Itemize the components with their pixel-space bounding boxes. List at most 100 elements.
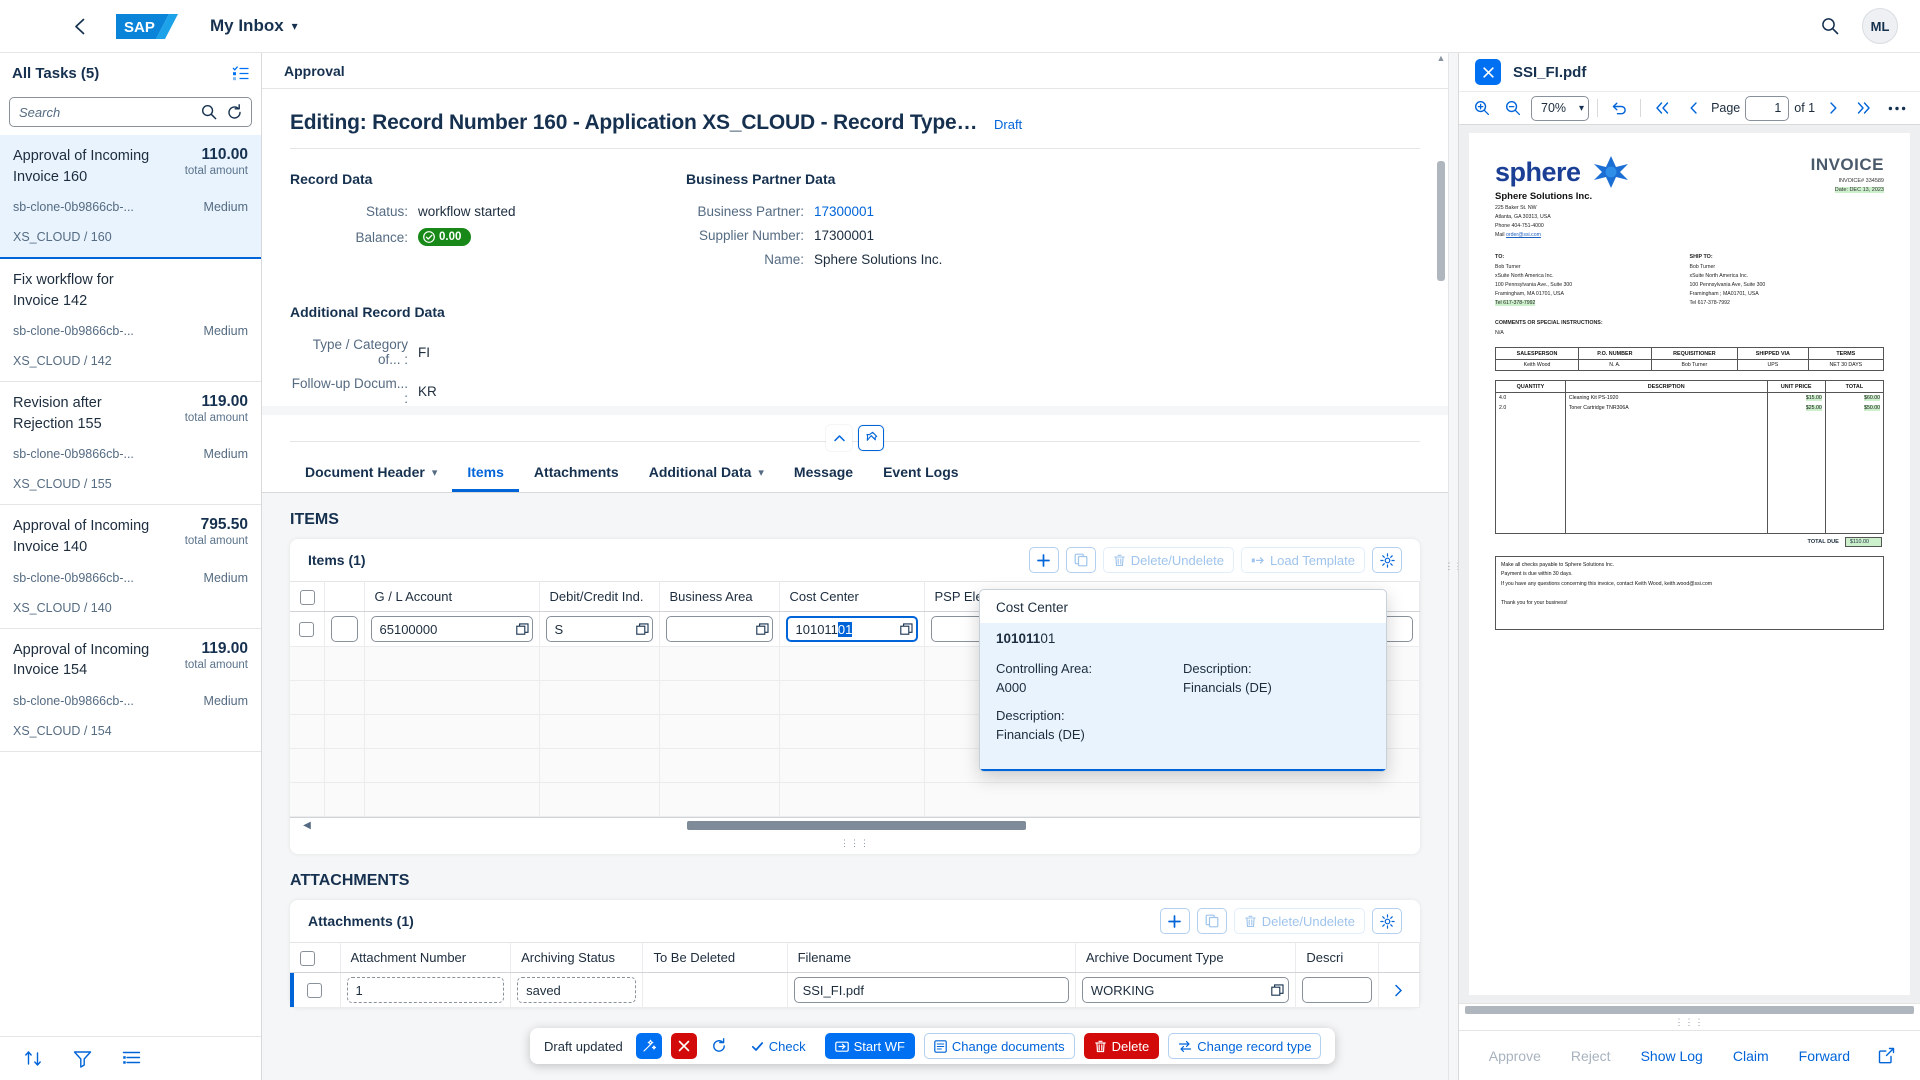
share-icon[interactable] bbox=[1870, 1040, 1902, 1072]
gl-account-input[interactable] bbox=[370, 616, 533, 642]
attachment-delete-undelete-button[interactable]: Delete/Undelete bbox=[1233, 908, 1365, 934]
detail-vertical-scrollbar[interactable]: ▲ bbox=[1436, 53, 1446, 1080]
value-help-icon[interactable] bbox=[513, 622, 529, 636]
select-all-checkbox[interactable] bbox=[300, 950, 315, 966]
list-item[interactable]: Approval of Incoming Invoice 154 119.00 to… bbox=[0, 629, 261, 752]
forward-button[interactable]: Forward bbox=[1789, 1042, 1860, 1070]
task-list-icon[interactable] bbox=[232, 65, 249, 82]
check-button[interactable]: Check bbox=[740, 1033, 816, 1059]
list-item[interactable]: Approval of Incoming Invoice 140 795.50 to… bbox=[0, 505, 261, 629]
copy-item-button[interactable] bbox=[1065, 547, 1096, 573]
discard-draft-button[interactable] bbox=[670, 1033, 697, 1059]
delete-button[interactable]: Delete bbox=[1083, 1033, 1160, 1059]
tab-attachments[interactable]: Attachments bbox=[519, 455, 634, 492]
debit-credit-input[interactable] bbox=[545, 616, 653, 642]
search-icon[interactable] bbox=[1812, 8, 1848, 44]
zoom-level-select[interactable]: 70% ▾ bbox=[1531, 95, 1590, 121]
reject-button[interactable]: Reject bbox=[1561, 1042, 1621, 1070]
scroll-thumb[interactable] bbox=[1437, 161, 1445, 281]
row-select-cell[interactable] bbox=[290, 972, 341, 1008]
search-box[interactable] bbox=[9, 97, 252, 127]
close-icon[interactable] bbox=[1475, 59, 1501, 85]
resize-grip[interactable]: ⋮⋮⋮ bbox=[290, 835, 1420, 854]
next-page-icon[interactable] bbox=[1820, 95, 1846, 121]
archiving-status-input[interactable]: saved bbox=[517, 977, 637, 1003]
panel-splitter[interactable]: ⋮⋮ bbox=[1445, 53, 1463, 1080]
add-attachment-button[interactable] bbox=[1159, 908, 1190, 934]
prev-page-icon[interactable] bbox=[1680, 95, 1706, 121]
pdf-viewport[interactable]: sphere Sphere Solutions Inc. 225 Baker S… bbox=[1459, 125, 1920, 1003]
search-input[interactable] bbox=[19, 104, 197, 120]
avatar[interactable]: ML bbox=[1862, 8, 1898, 44]
scroll-left-icon[interactable]: ◀ bbox=[300, 820, 314, 831]
items-settings-button[interactable] bbox=[1372, 547, 1402, 573]
attachment-number-input[interactable]: 1 bbox=[346, 977, 505, 1003]
row-checkbox[interactable] bbox=[299, 622, 315, 638]
tab-document-header[interactable]: Document Header ▾ bbox=[290, 455, 452, 492]
refresh-button[interactable] bbox=[706, 1033, 732, 1059]
last-page-icon[interactable] bbox=[1851, 95, 1877, 121]
attachments-settings-button[interactable] bbox=[1372, 908, 1402, 934]
change-documents-button[interactable]: Change documents bbox=[923, 1033, 1075, 1059]
delete-undelete-button[interactable]: Delete/Undelete bbox=[1102, 547, 1234, 573]
select-all-header[interactable] bbox=[290, 942, 341, 973]
filter-icon[interactable] bbox=[73, 1049, 92, 1068]
business-area-input[interactable] bbox=[665, 616, 773, 642]
zoom-out-icon[interactable] bbox=[1500, 95, 1526, 121]
magic-wand-icon[interactable] bbox=[635, 1033, 662, 1059]
business-area-field[interactable] bbox=[674, 621, 753, 637]
select-all-header[interactable] bbox=[290, 581, 325, 612]
archive-document-type-input[interactable]: WORKING bbox=[1081, 977, 1290, 1003]
undo-icon[interactable] bbox=[1606, 95, 1632, 121]
group-icon[interactable] bbox=[122, 1049, 141, 1068]
approve-button[interactable]: Approve bbox=[1479, 1042, 1551, 1070]
tab-message[interactable]: Message bbox=[779, 455, 868, 492]
select-all-checkbox[interactable] bbox=[300, 589, 315, 605]
gl-account-field[interactable] bbox=[379, 621, 513, 637]
scroll-thumb[interactable] bbox=[686, 821, 1027, 830]
list-item[interactable]: Approval of Incoming Invoice 160 110.00 to… bbox=[0, 135, 261, 260]
scroll-thumb[interactable] bbox=[1465, 1005, 1914, 1014]
sort-icon[interactable] bbox=[24, 1049, 43, 1068]
row-checkbox[interactable] bbox=[307, 983, 323, 999]
tab-items[interactable]: Items bbox=[452, 455, 519, 492]
page-number-input[interactable]: 1 bbox=[1745, 95, 1790, 121]
search-icon[interactable] bbox=[197, 100, 221, 124]
table-row[interactable]: 1 saved SSI_FI.pdf WORKING bbox=[290, 972, 1421, 1008]
chevron-right-icon[interactable] bbox=[1385, 984, 1413, 997]
start-workflow-button[interactable]: Start WF bbox=[824, 1033, 915, 1059]
pin-icon[interactable] bbox=[858, 425, 884, 451]
row-navigation-cell[interactable] bbox=[1378, 972, 1421, 1008]
value-help-icon[interactable] bbox=[897, 622, 913, 636]
change-record-type-button[interactable]: Change record type bbox=[1168, 1033, 1322, 1059]
overflow-icon[interactable] bbox=[1884, 95, 1910, 121]
items-horizontal-scrollbar[interactable]: ◀ bbox=[290, 817, 1420, 835]
zoom-in-icon[interactable] bbox=[1469, 95, 1495, 121]
field-value-link[interactable]: 17300001 bbox=[814, 204, 874, 219]
value-help-icon[interactable] bbox=[1268, 983, 1284, 997]
copy-attachment-button[interactable] bbox=[1196, 908, 1227, 934]
row-index-input[interactable] bbox=[330, 616, 358, 642]
value-help-icon[interactable] bbox=[633, 622, 649, 636]
claim-button[interactable]: Claim bbox=[1723, 1042, 1779, 1070]
row-select-cell[interactable] bbox=[290, 611, 325, 647]
pdf-horizontal-scrollbar[interactable] bbox=[1459, 1003, 1920, 1015]
description-input[interactable] bbox=[1302, 977, 1372, 1003]
list-item[interactable]: Revision after Rejection 155 119.00 total … bbox=[0, 382, 261, 506]
suggestion-item[interactable]: 10101101 Controlling Area: A000 Descript… bbox=[980, 623, 1386, 771]
back-button[interactable] bbox=[62, 9, 96, 43]
debit-credit-field[interactable] bbox=[554, 621, 633, 637]
list-item[interactable]: Fix workflow for Invoice 142 sb-clone-0b9… bbox=[0, 259, 261, 383]
tab-event-logs[interactable]: Event Logs bbox=[868, 455, 973, 492]
tab-additional-data[interactable]: Additional Data ▾ bbox=[634, 455, 779, 492]
sap-logo[interactable]: SAP bbox=[116, 11, 178, 42]
scroll-up-icon[interactable]: ▲ bbox=[1436, 53, 1446, 63]
load-template-button[interactable]: Load Template bbox=[1240, 547, 1365, 573]
value-help-icon[interactable] bbox=[753, 622, 769, 636]
add-item-button[interactable] bbox=[1028, 547, 1059, 573]
filename-input[interactable]: SSI_FI.pdf bbox=[793, 977, 1069, 1003]
cost-center-input[interactable]: 10101101 bbox=[785, 616, 918, 642]
first-page-icon[interactable] bbox=[1649, 95, 1675, 121]
app-title-menu[interactable]: My Inbox ▾ bbox=[210, 16, 298, 36]
pdf-resize-grip[interactable]: ⋮⋮⋮ bbox=[1459, 1015, 1920, 1030]
